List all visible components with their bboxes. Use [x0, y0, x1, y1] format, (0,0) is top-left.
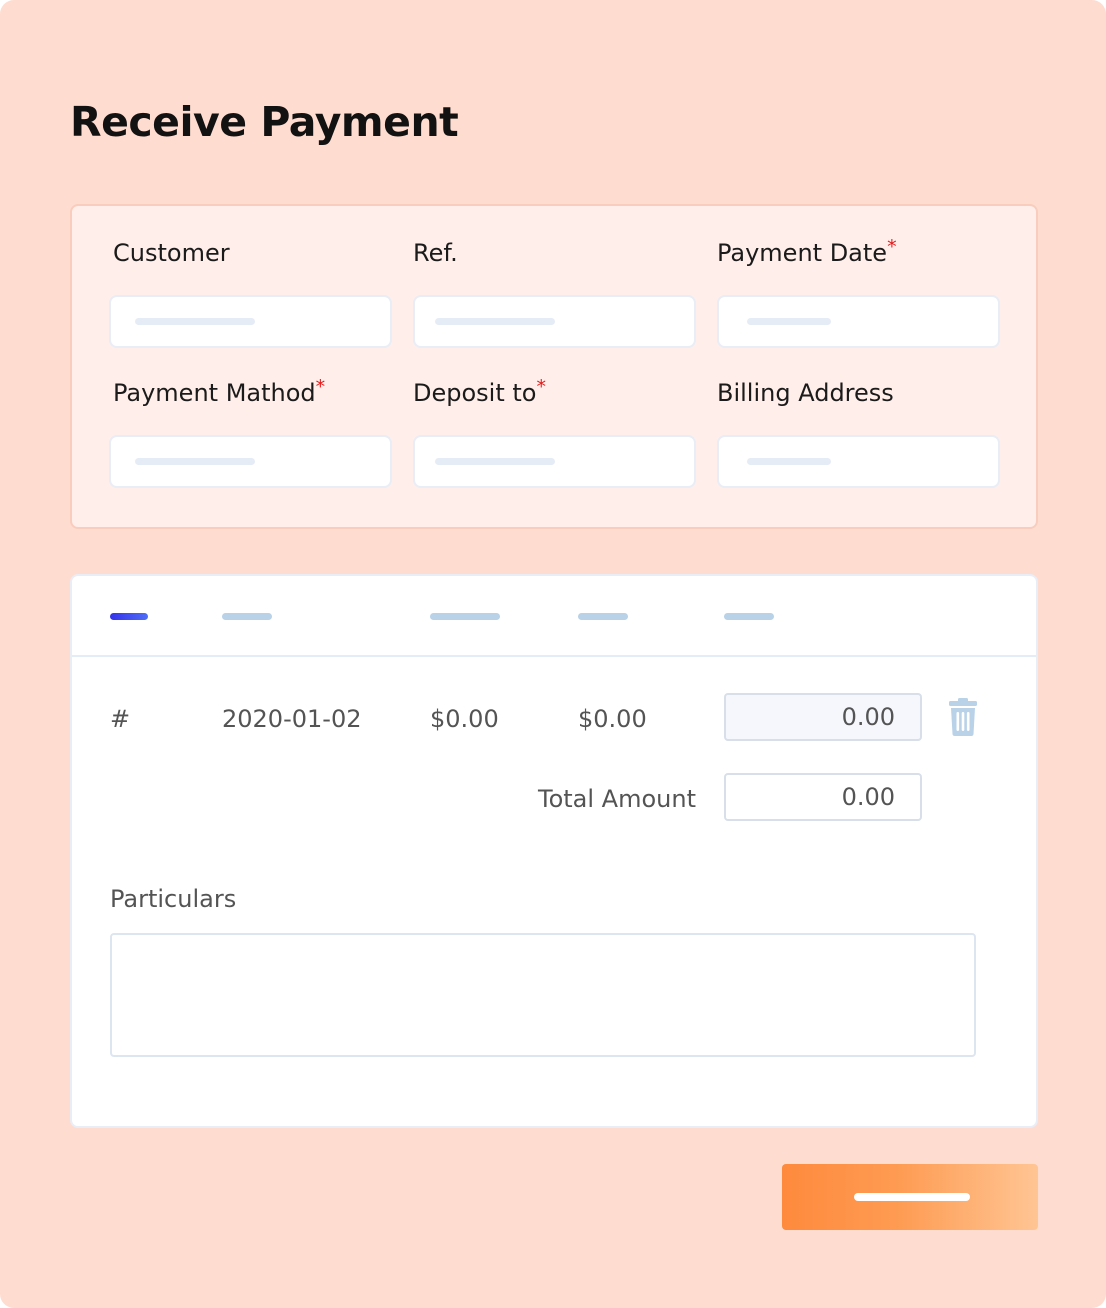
placeholder-bar	[135, 318, 255, 325]
total-amount-field: 0.00	[724, 773, 922, 821]
payment-method-label: Payment Mathod*	[113, 376, 326, 407]
column-header-number[interactable]	[110, 613, 148, 620]
payment-lines-card: # 2020-01-02 $0.00 $0.00 0.00 Total Amou…	[70, 574, 1038, 1128]
placeholder-bar	[135, 458, 255, 465]
payment-details-form: Customer Ref. Payment Date* Payment Math…	[70, 204, 1038, 529]
button-label-placeholder	[854, 1193, 970, 1201]
deposit-to-label-text: Deposit to	[413, 379, 537, 407]
placeholder-bar	[747, 318, 831, 325]
deposit-to-input[interactable]	[413, 435, 696, 488]
column-header-date[interactable]	[222, 613, 272, 620]
payment-date-label: Payment Date*	[717, 236, 897, 267]
receive-payment-page: Receive Payment Customer Ref. Payment Da…	[0, 0, 1106, 1308]
billing-address-input[interactable]	[717, 435, 1000, 488]
placeholder-bar	[747, 458, 831, 465]
customer-label: Customer	[113, 239, 230, 267]
placeholder-bar	[435, 318, 555, 325]
row-original-amount: $0.00	[430, 705, 499, 733]
particulars-textarea[interactable]	[110, 933, 976, 1057]
required-marker: *	[536, 376, 546, 398]
payment-date-label-text: Payment Date	[717, 239, 888, 267]
payment-method-label-text: Payment Mathod	[113, 379, 316, 407]
ref-input[interactable]	[413, 295, 696, 348]
customer-label-text: Customer	[113, 239, 230, 267]
header-divider	[72, 655, 1036, 657]
column-header-open-balance[interactable]	[578, 613, 628, 620]
submit-button[interactable]	[782, 1164, 1038, 1230]
required-marker: *	[315, 376, 326, 398]
payment-method-input[interactable]	[109, 435, 392, 488]
row-open-balance: $0.00	[578, 705, 647, 733]
particulars-label: Particulars	[110, 885, 237, 913]
column-header-original-amount[interactable]	[430, 613, 500, 620]
ref-label: Ref.	[413, 239, 458, 267]
placeholder-bar	[435, 458, 555, 465]
deposit-to-label: Deposit to*	[413, 376, 546, 407]
row-payment-input[interactable]: 0.00	[724, 693, 922, 741]
total-amount-label: Total Amount	[538, 785, 696, 813]
column-header-payment[interactable]	[724, 613, 774, 620]
payment-date-input[interactable]	[717, 295, 1000, 348]
billing-address-label: Billing Address	[717, 379, 894, 407]
required-marker: *	[887, 236, 897, 258]
page-title: Receive Payment	[70, 98, 459, 146]
row-number: #	[110, 705, 131, 733]
ref-label-text: Ref.	[413, 239, 458, 267]
row-date: 2020-01-02	[222, 705, 362, 733]
customer-input[interactable]	[109, 295, 392, 348]
billing-address-label-text: Billing Address	[717, 379, 894, 407]
trash-icon[interactable]	[948, 698, 978, 736]
